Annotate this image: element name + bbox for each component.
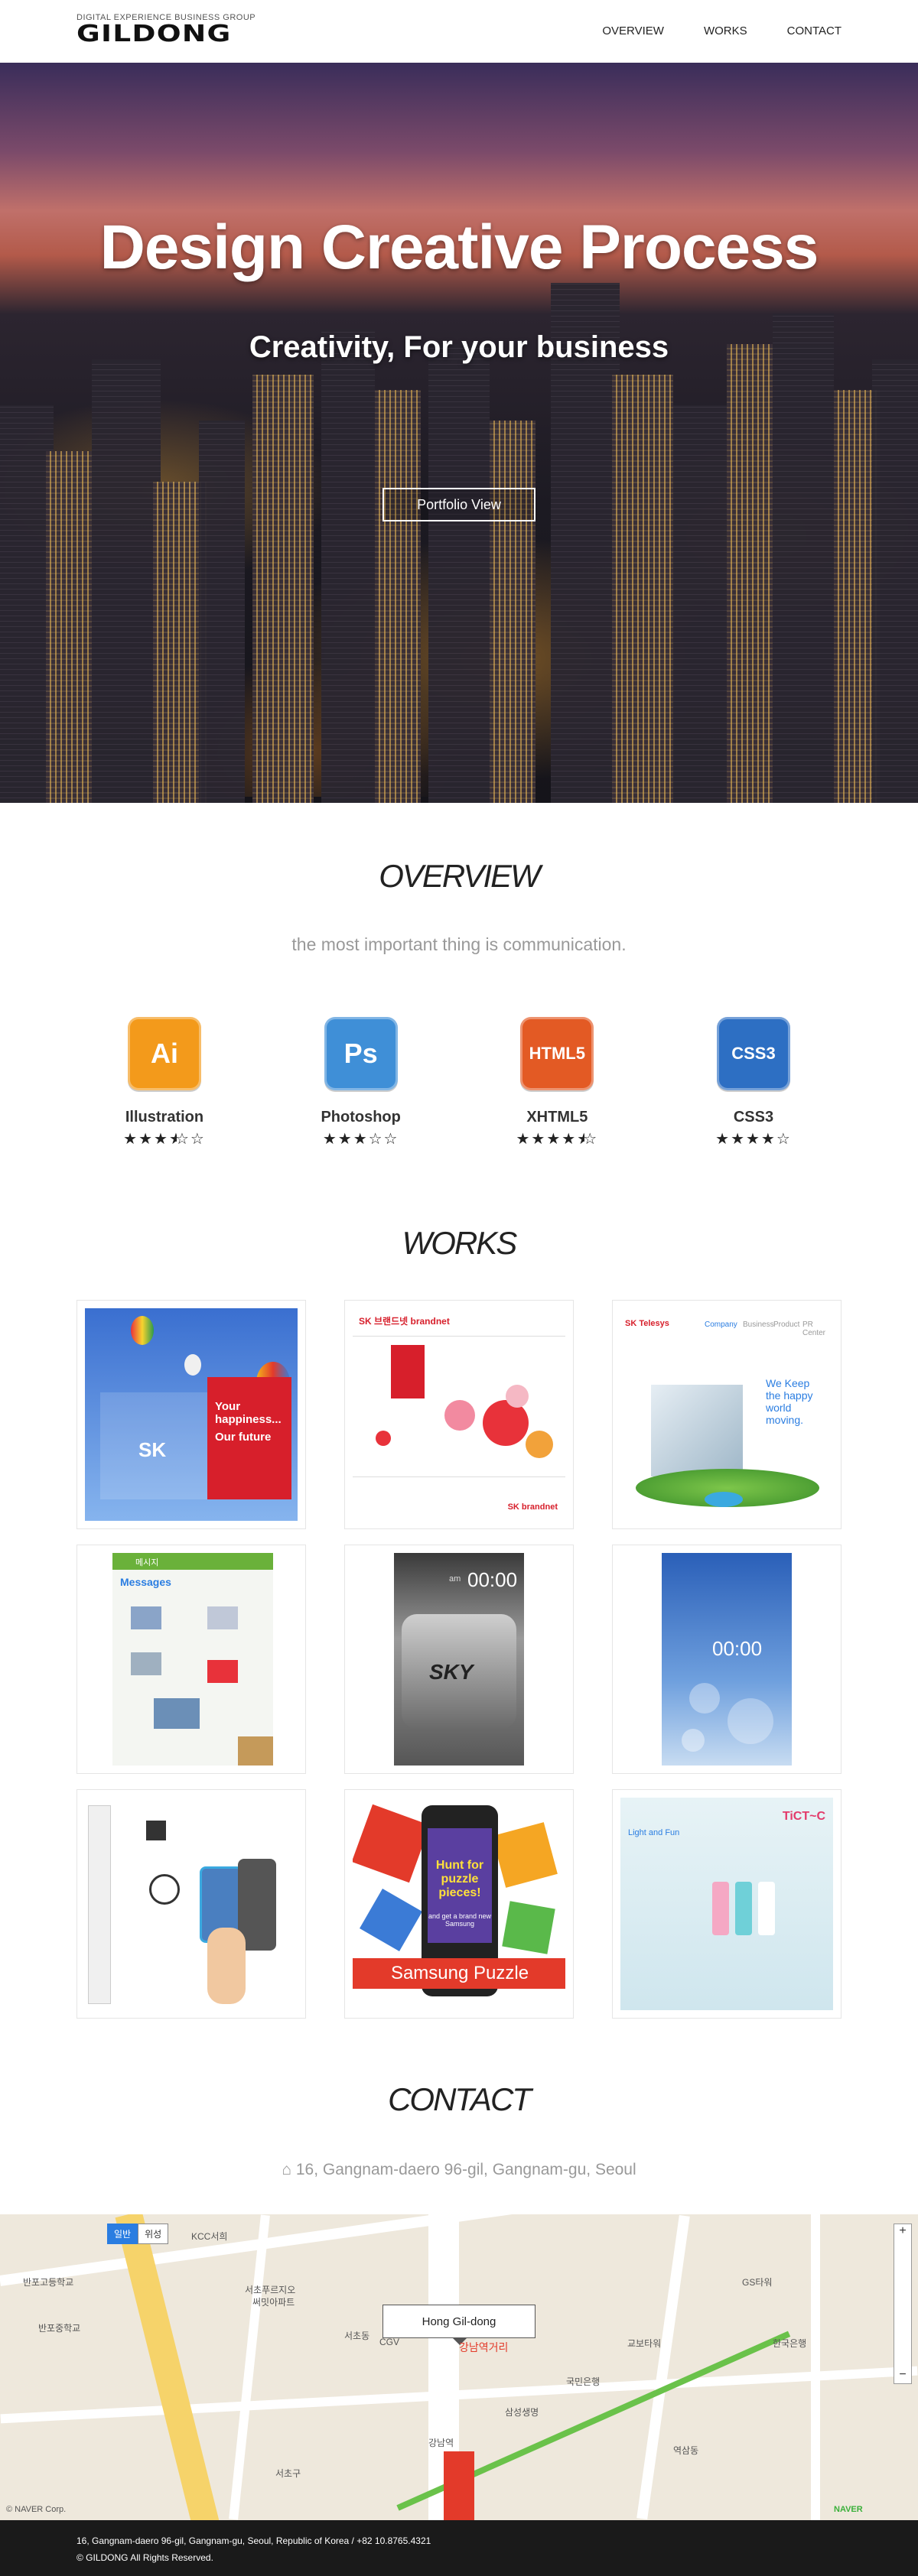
work-item[interactable]: SK 브랜드넷 brandnet SK brandnet xyxy=(344,1300,574,1529)
work-text: SK brandnet xyxy=(507,1502,558,1512)
map-type-satellite[interactable]: 위성 xyxy=(138,2224,169,2244)
hero-subtitle: Creativity, For your business xyxy=(249,330,669,364)
work-text: and get a brand new Samsung xyxy=(428,1912,492,1928)
naver-logo: NAVER xyxy=(834,2505,863,2514)
skill-name: CSS3 xyxy=(733,1109,774,1126)
skill-name: XHTML5 xyxy=(526,1109,588,1126)
footer-copyright: © GILDONG All Rights Reserved. xyxy=(76,2552,213,2563)
nav-overview[interactable]: OVERVIEW xyxy=(602,24,664,37)
work-text: Light and Fun xyxy=(628,1828,680,1837)
work-text: Samsung Puzzle xyxy=(353,1958,565,1989)
work-text: 메시지 xyxy=(112,1553,273,1570)
address-line: ⌂ 16, Gangnam-daero 96-gil, Gangnam-gu, … xyxy=(0,2161,918,2179)
skill-css3: CSS3 CSS3 ★★★★☆ xyxy=(666,1017,842,1148)
map-label: CGV xyxy=(379,2337,400,2347)
hero-banner: Design Creative Process Creativity, For … xyxy=(0,63,918,803)
logo-title: GILDONG xyxy=(76,21,232,47)
work-item[interactable]: 00:00 xyxy=(612,1545,842,1774)
work-text: Product xyxy=(773,1320,800,1329)
work-text: Messages xyxy=(120,1576,171,1588)
work-item[interactable]: Hunt for puzzle pieces! and get a brand … xyxy=(344,1789,574,2019)
work-text: Business xyxy=(743,1320,774,1329)
work-item[interactable]: Light and Fun TiCT~C xyxy=(612,1789,842,2019)
skill-name: Photoshop xyxy=(321,1109,401,1126)
map-marker[interactable]: Hong Gil-dong xyxy=(382,2305,536,2345)
zoom-control: + − xyxy=(894,2224,912,2384)
work-item[interactable]: SK Telesys Company Business Product PR C… xyxy=(612,1300,842,1529)
work-text: Your happiness... xyxy=(215,1400,282,1426)
skill-name: Illustration xyxy=(125,1109,204,1126)
map-copyright: © NAVER Corp. xyxy=(6,2505,67,2514)
work-text: We Keep the happy world moving. xyxy=(766,1377,813,1426)
footer-address: 16, Gangnam-daero 96-gil, Gangnam-gu, Se… xyxy=(76,2535,431,2546)
map-label: 국민은행 xyxy=(566,2376,601,2387)
nav-contact[interactable]: CONTACT xyxy=(787,24,842,37)
map-label: GS타워 xyxy=(742,2277,773,2288)
map-label: 한국은행 xyxy=(773,2338,807,2349)
skill-illustration: Ai Illustration ★★★★☆☆ xyxy=(76,1017,252,1148)
work-text: 00:00 xyxy=(467,1568,518,1591)
work-item[interactable]: 00:00 am SKY xyxy=(344,1545,574,1774)
work-text: am xyxy=(449,1574,461,1584)
work-text: Our future xyxy=(215,1431,272,1444)
contact-title: CONTACT xyxy=(388,2081,532,2117)
work-text: 00:00 xyxy=(712,1637,763,1660)
map-type-normal[interactable]: 일반 xyxy=(107,2224,138,2244)
map-label: 서초푸르지오 xyxy=(245,2285,296,2295)
works-title: WORKS xyxy=(402,1225,518,1261)
map-label: 반포중학교 xyxy=(38,2323,81,2334)
zoom-out-button[interactable]: − xyxy=(894,2368,911,2382)
html5-icon: HTML5 xyxy=(520,1017,594,1090)
star-rating: ★★★★★☆ xyxy=(516,1131,599,1148)
overview-title: OVERVIEW xyxy=(379,858,541,894)
map-label: 강남역거리 xyxy=(459,2341,509,2353)
zoom-in-button[interactable]: + xyxy=(894,2224,911,2238)
footer: 16, Gangnam-daero 96-gil, Gangnam-gu, Se… xyxy=(0,2520,918,2576)
map[interactable]: Hong Gil-dong 일반 위성 + − KCC서희 반포고등학교 반포중… xyxy=(0,2214,918,2520)
map-label: 서초구 xyxy=(275,2468,301,2479)
home-icon: ⌂ xyxy=(282,2161,292,2178)
map-label: KCC서희 xyxy=(191,2231,228,2242)
work-item[interactable] xyxy=(76,1789,306,2019)
map-label: 반포고등학교 xyxy=(23,2277,74,2288)
work-text: SK Telesys xyxy=(625,1319,669,1328)
portfolio-view-button[interactable]: Portfolio View xyxy=(382,488,536,521)
address-text: 16, Gangnam-daero 96-gil, Gangnam-gu, Se… xyxy=(295,2161,636,2178)
map-label: 써밋아파트 xyxy=(252,2297,295,2308)
work-text: SKY xyxy=(429,1660,474,1684)
css3-icon: CSS3 xyxy=(716,1017,790,1090)
star-rating: ★★★☆☆ xyxy=(322,1131,399,1148)
star-rating: ★★★★☆ xyxy=(715,1131,792,1148)
map-label: 교보타워 xyxy=(627,2338,662,2349)
work-text: Company xyxy=(705,1320,737,1329)
work-text: TiCT~C xyxy=(782,1810,825,1823)
photoshop-icon: Ps xyxy=(324,1017,398,1090)
skills-list: Ai Illustration ★★★★☆☆ Ps Photoshop ★★★☆… xyxy=(76,1017,842,1148)
hero-title: Design Creative Process xyxy=(99,213,819,282)
map-label: 서초동 xyxy=(344,2331,370,2341)
work-item[interactable]: 메시지 Messages xyxy=(76,1545,306,1774)
map-type-toggle: 일반 위성 xyxy=(107,2224,169,2244)
work-text: SK 브랜드넷 brandnet xyxy=(359,1316,450,1327)
nav-works[interactable]: WORKS xyxy=(704,24,747,37)
map-label: 삼성생명 xyxy=(505,2407,539,2418)
overview-subtitle: the most important thing is communicatio… xyxy=(291,934,627,954)
map-label: 강남역 xyxy=(428,2438,454,2448)
map-label: 역삼동 xyxy=(673,2445,699,2456)
work-text: SK xyxy=(138,1438,167,1461)
work-text: PR Center xyxy=(802,1320,826,1337)
skill-photoshop: Ps Photoshop ★★★☆☆ xyxy=(273,1017,449,1148)
work-item[interactable]: Your happiness... Our future SK xyxy=(76,1300,306,1529)
star-rating: ★★★★☆☆ xyxy=(123,1131,206,1148)
logo[interactable]: DIGITAL EXPERIENCE BUSINESS GROUP GILDON… xyxy=(76,13,256,47)
main-nav: OVERVIEW WORKS CONTACT xyxy=(602,24,842,37)
site-header: DIGITAL EXPERIENCE BUSINESS GROUP GILDON… xyxy=(0,0,918,63)
skill-xhtml5: HTML5 XHTML5 ★★★★★☆ xyxy=(469,1017,645,1148)
illustrator-icon: Ai xyxy=(128,1017,201,1090)
